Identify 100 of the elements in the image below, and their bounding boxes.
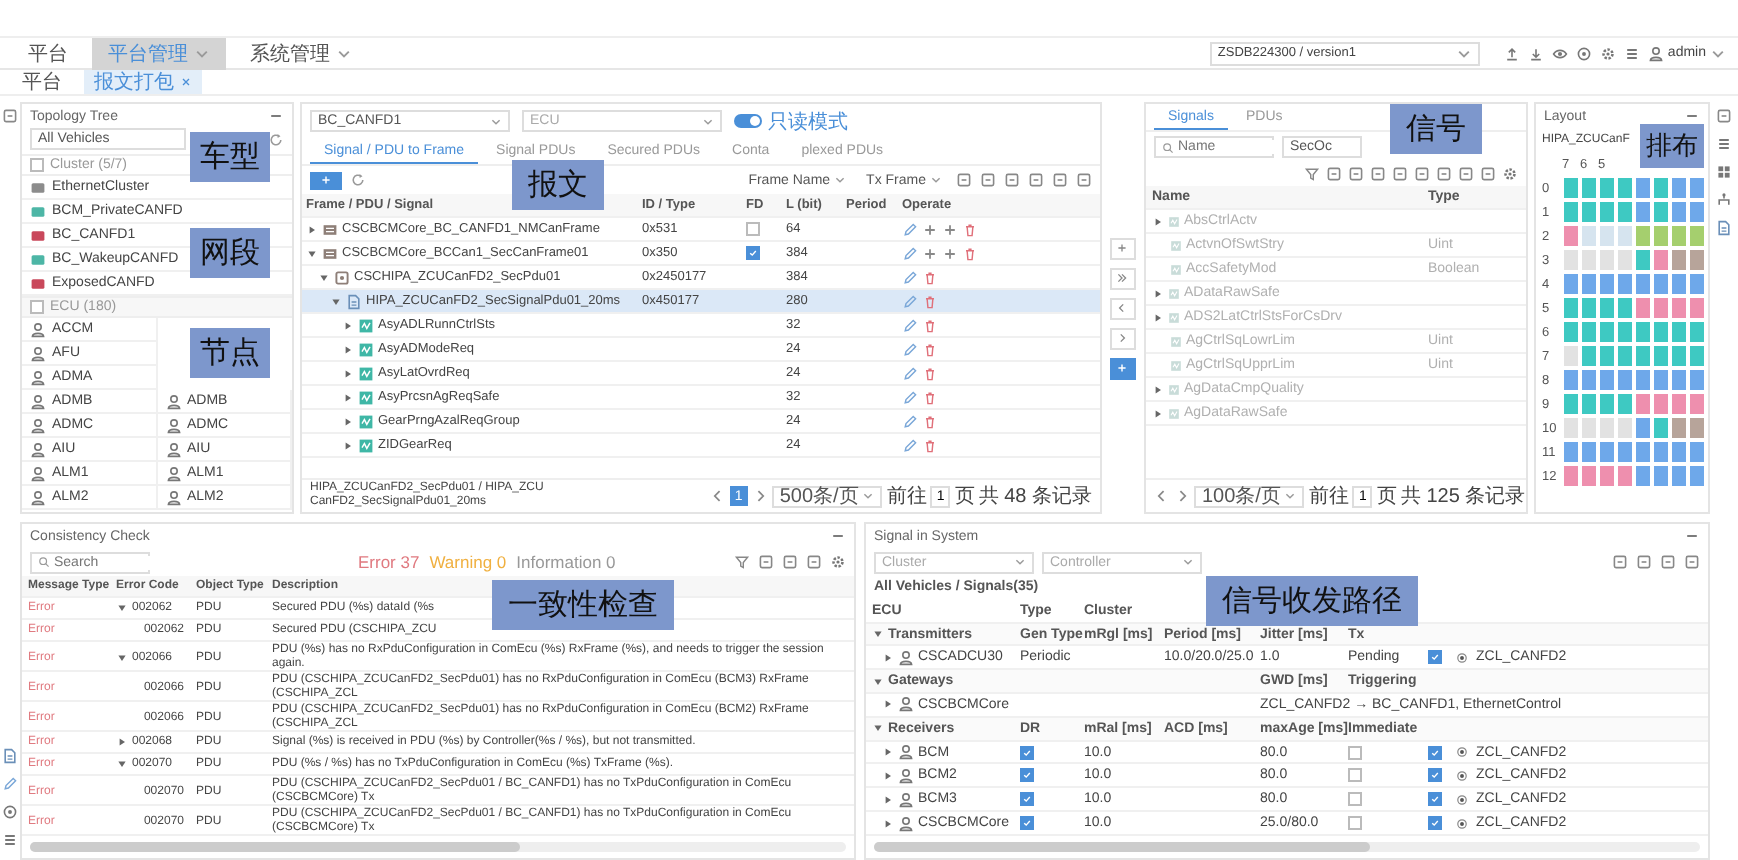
toolbar-icon[interactable]	[1612, 554, 1628, 570]
bit-cell[interactable]	[1562, 320, 1580, 344]
bit-cell[interactable]	[1670, 296, 1688, 320]
bit-cell[interactable]	[1580, 320, 1598, 344]
trash-icon[interactable]	[922, 269, 938, 285]
bit-cell[interactable]	[1598, 248, 1616, 272]
checkbox[interactable]	[1020, 816, 1034, 831]
bit-cell[interactable]	[1562, 224, 1580, 248]
trash-icon[interactable]	[922, 365, 938, 381]
trash-icon[interactable]	[922, 317, 938, 333]
add-icon[interactable]	[922, 245, 938, 261]
bit-cell[interactable]	[1670, 224, 1688, 248]
bit-cell[interactable]	[1652, 200, 1670, 224]
bit-cell[interactable]	[1670, 464, 1688, 488]
toolbar-icon[interactable]	[1716, 108, 1732, 124]
bit-cell[interactable]	[1580, 416, 1598, 440]
trash-icon[interactable]	[922, 293, 938, 309]
toolbar-icon[interactable]	[1436, 166, 1452, 182]
bit-cell[interactable]	[1580, 272, 1598, 296]
bit-cell[interactable]	[1562, 368, 1580, 392]
bit-cell[interactable]	[1670, 176, 1688, 200]
checkbox[interactable]	[1428, 792, 1442, 807]
collapse-arrow-icon[interactable]	[116, 758, 128, 770]
bit-cell[interactable]	[1598, 200, 1616, 224]
bit-cell[interactable]	[1670, 200, 1688, 224]
move-left-button[interactable]	[1109, 297, 1135, 319]
bit-cell[interactable]	[1598, 224, 1616, 248]
refresh-icon[interactable]	[268, 131, 284, 147]
bit-cell[interactable]	[1598, 416, 1616, 440]
toolbar-icon[interactable]	[1004, 172, 1020, 188]
expand-arrow-icon[interactable]	[306, 223, 318, 235]
checkbox[interactable]	[1020, 745, 1034, 760]
toolbar-icon[interactable]	[1348, 166, 1364, 182]
nav-menu-item[interactable]: 平台	[12, 37, 84, 69]
bit-cell[interactable]	[1598, 344, 1616, 368]
bit-cell[interactable]	[1616, 320, 1634, 344]
checkbox[interactable]	[1428, 745, 1442, 760]
checkbox[interactable]	[1348, 816, 1362, 831]
checkbox[interactable]	[1428, 650, 1442, 665]
download-icon[interactable]	[1527, 45, 1544, 61]
bit-cell[interactable]	[1562, 344, 1580, 368]
collapse-arrow-icon[interactable]	[872, 675, 884, 688]
bit-cell[interactable]	[1670, 416, 1688, 440]
bit-cell[interactable]	[1580, 392, 1598, 416]
document-icon[interactable]	[2, 748, 18, 764]
bit-cell[interactable]	[1562, 464, 1580, 488]
bit-cell[interactable]	[1580, 464, 1598, 488]
previous-icon[interactable]	[709, 488, 726, 504]
toolbar-icon[interactable]	[1684, 554, 1700, 570]
toolbar-icon[interactable]	[1414, 166, 1430, 182]
bit-cell[interactable]	[1688, 224, 1706, 248]
bit-cell[interactable]	[1634, 392, 1652, 416]
next-icon[interactable]	[1174, 488, 1190, 504]
checkbox[interactable]	[1348, 792, 1362, 807]
bit-cell[interactable]	[1562, 248, 1580, 272]
bit-cell[interactable]	[1688, 464, 1706, 488]
bit-cell[interactable]	[1616, 392, 1634, 416]
bit-cell[interactable]	[1598, 440, 1616, 464]
bit-cell[interactable]	[1688, 248, 1706, 272]
bit-cell[interactable]	[1652, 464, 1670, 488]
trash-icon[interactable]	[962, 221, 978, 237]
expand-arrow-icon[interactable]	[342, 367, 354, 379]
bit-cell[interactable]	[1652, 392, 1670, 416]
bit-cell[interactable]	[1688, 344, 1706, 368]
list-icon[interactable]	[1623, 45, 1640, 61]
bit-cell[interactable]	[1652, 440, 1670, 464]
trash-icon[interactable]	[962, 245, 978, 261]
expand-arrow-icon[interactable]	[342, 415, 354, 427]
bit-cell[interactable]	[1598, 320, 1616, 344]
target-icon[interactable]	[1575, 45, 1592, 61]
checkbox[interactable]	[1428, 816, 1442, 831]
page-size-select[interactable]: 100条/页	[1194, 485, 1305, 507]
expand-arrow-icon[interactable]	[342, 391, 354, 403]
bit-cell[interactable]	[1562, 392, 1580, 416]
expand-arrow-icon[interactable]	[882, 651, 894, 664]
filter-icon[interactable]	[734, 554, 750, 570]
filter-icon[interactable]	[1304, 166, 1320, 182]
collapse-arrow-icon[interactable]	[116, 602, 128, 614]
bit-cell[interactable]	[1652, 344, 1670, 368]
bit-cell[interactable]	[1634, 368, 1652, 392]
bit-cell[interactable]	[1652, 248, 1670, 272]
bit-cell[interactable]	[1580, 368, 1598, 392]
expand-arrow-icon[interactable]	[116, 736, 128, 748]
bit-cell[interactable]	[1634, 296, 1652, 320]
bit-cell[interactable]	[1616, 176, 1634, 200]
bit-cell[interactable]	[1634, 224, 1652, 248]
add-icon[interactable]	[922, 221, 938, 237]
panel-icon[interactable]	[2, 108, 18, 124]
bit-cell[interactable]	[1634, 416, 1652, 440]
bit-cell[interactable]	[1652, 296, 1670, 320]
add-button[interactable]	[1109, 237, 1135, 259]
toolbar-icon[interactable]	[1028, 172, 1044, 188]
checkbox[interactable]	[746, 222, 760, 236]
bit-cell[interactable]	[1652, 416, 1670, 440]
move-right-button[interactable]	[1109, 327, 1135, 349]
nav-menu-item[interactable]: 系统管理	[234, 37, 368, 69]
bit-cell[interactable]	[1598, 176, 1616, 200]
bit-cell[interactable]	[1616, 224, 1634, 248]
toolbar-icon[interactable]	[1326, 166, 1342, 182]
toolbar-icon[interactable]	[1370, 166, 1386, 182]
